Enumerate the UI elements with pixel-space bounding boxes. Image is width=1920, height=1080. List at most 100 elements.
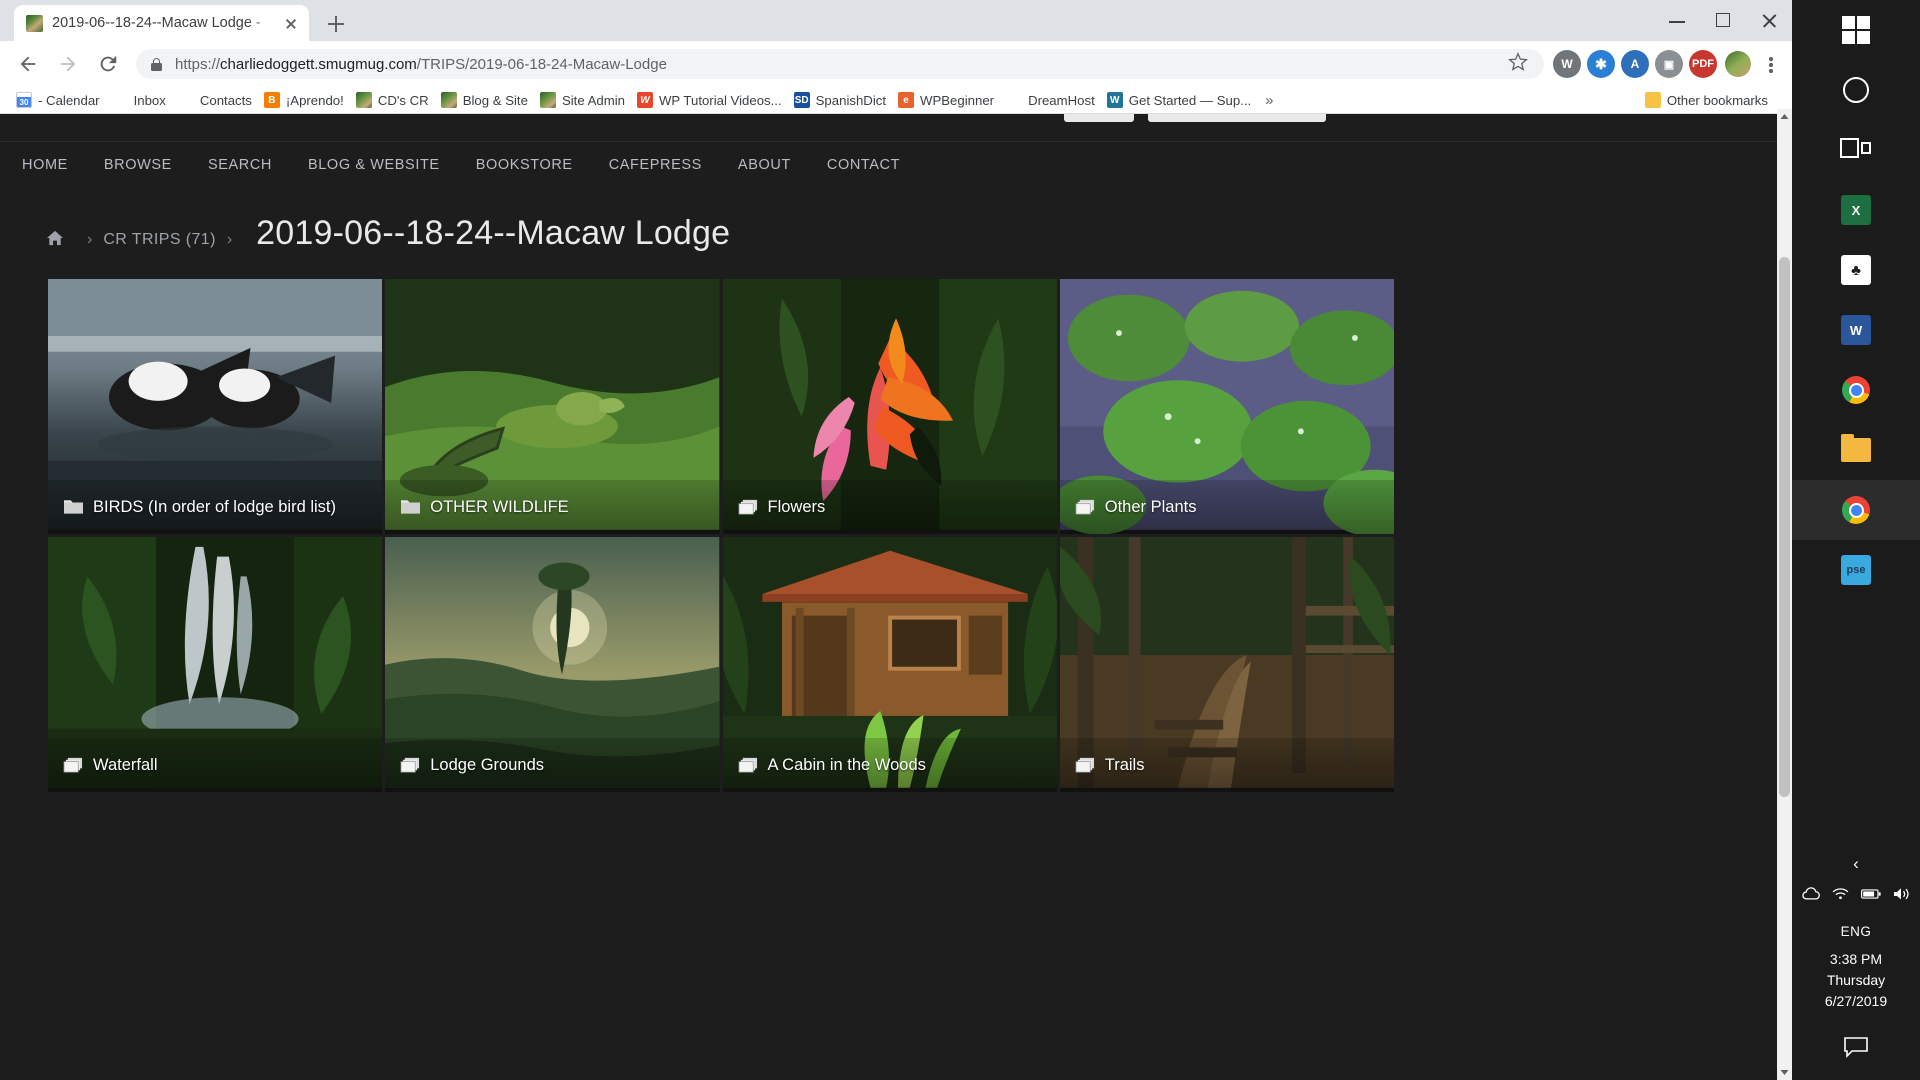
gallery-tile[interactable]: Trails (1059, 537, 1394, 792)
cortana-search-button[interactable] (1792, 60, 1920, 120)
gallery-tile[interactable]: BIRDS (In order of lodge bird list) (48, 279, 383, 534)
maximize-button[interactable] (1700, 0, 1746, 41)
url-text: https://charliedoggett.smugmug.com/TRIPS… (175, 56, 667, 73)
back-arrow-icon[interactable] (10, 46, 46, 82)
extension-icon-screen[interactable]: ▣ (1655, 50, 1683, 78)
gallery-tile[interactable]: Flowers (722, 279, 1057, 534)
start-button[interactable] (1792, 0, 1920, 60)
bookmark-wp-tutorial-videos[interactable]: W WP Tutorial Videos... (631, 88, 788, 112)
wordpress-circle-icon: W (1106, 92, 1123, 108)
wordpress-icon: W (636, 92, 653, 108)
bookmark-label: ¡Aprendo! (285, 92, 344, 108)
tab-favicon-icon (26, 14, 43, 32)
bookmark-cds-cr[interactable]: CD's CR (350, 88, 435, 112)
tile-caption-text: A Cabin in the Woods (767, 755, 926, 774)
site-header-partial (0, 114, 1792, 142)
minimize-button[interactable] (1654, 0, 1700, 41)
breadcrumb-parent-link[interactable]: CR TRIPS (71) (103, 231, 215, 249)
bookmark-calendar[interactable]: - Calendar (10, 88, 106, 112)
tile-caption: OTHER WILDLIFE (385, 480, 720, 534)
gallery-tile[interactable]: Lodge Grounds (385, 537, 720, 792)
bookmark-inbox[interactable]: M Inbox (106, 88, 172, 112)
battery-icon[interactable] (1860, 887, 1881, 903)
bookmark-wpbeginner[interactable]: e WPBeginner (892, 88, 1000, 112)
volume-icon[interactable] (1893, 887, 1911, 904)
profile-avatar[interactable] (1725, 51, 1751, 77)
star-icon[interactable] (1508, 51, 1532, 76)
bookmark-spanishdict[interactable]: SD SpanishDict (788, 88, 892, 112)
taskbar-item-chrome-window[interactable] (1792, 480, 1920, 540)
taskbar-item-solitaire[interactable]: ♣ (1792, 240, 1920, 300)
taskbar-item-excel[interactable]: X (1792, 180, 1920, 240)
reload-icon[interactable] (90, 46, 126, 82)
address-bar[interactable]: https://charliedoggett.smugmug.com/TRIPS… (136, 49, 1544, 79)
bookmark-dreamhost[interactable]: ◐ DreamHost (1000, 88, 1101, 112)
extension-icon-acrobat[interactable]: A (1621, 50, 1649, 78)
header-widget-left (1064, 114, 1134, 122)
folder-icon (64, 499, 83, 515)
nav-item-bookstore[interactable]: BOOKSTORE (458, 157, 591, 173)
nav-item-blog-website[interactable]: BLOG & WEBSITE (290, 157, 458, 173)
nav-item-cafepress[interactable]: CAFEPRESS (591, 157, 720, 173)
bookmark-contacts[interactable]: M Contacts (172, 88, 258, 112)
folder-icon (1644, 92, 1661, 108)
home-icon[interactable] (46, 230, 64, 246)
chrome-menu-icon[interactable] (1756, 50, 1784, 78)
forward-arrow-icon[interactable] (50, 46, 86, 82)
excel-icon: X (1841, 195, 1871, 225)
taskbar-item-photoshop-elements[interactable]: pse (1792, 540, 1920, 600)
task-view-button[interactable] (1792, 120, 1920, 180)
show-hidden-icons-button[interactable]: ‹ (1792, 846, 1920, 880)
bookmark-label: WPBeginner (920, 92, 995, 108)
nav-item-search[interactable]: SEARCH (190, 157, 290, 173)
gallery-tile[interactable]: Other Plants (1059, 279, 1394, 534)
close-tab-icon[interactable] (281, 13, 301, 33)
cloud-icon[interactable] (1801, 887, 1820, 903)
bookmark-blog-site[interactable]: Blog & Site (435, 88, 534, 112)
other-bookmarks-button[interactable]: Other bookmarks (1639, 88, 1782, 112)
page-scrollbar[interactable] (1777, 109, 1792, 1080)
clock-date: 6/27/2019 (1824, 993, 1888, 1009)
bookmark-label: Get Started — Sup... (1128, 92, 1252, 108)
taskbar-item-chrome-pinned[interactable] (1792, 360, 1920, 420)
close-window-button[interactable] (1746, 0, 1792, 41)
scroll-up-arrow[interactable] (1777, 109, 1792, 124)
clock[interactable]: 3:38 PM Thursday 6/27/2019 (1792, 949, 1920, 1026)
extension-icon-pdf[interactable]: PDF (1689, 50, 1717, 78)
pse-icon: pse (1841, 555, 1871, 585)
nav-item-browse[interactable]: BROWSE (86, 157, 190, 173)
gallery-tile[interactable]: Waterfall (48, 537, 383, 792)
taskbar-item-file-explorer[interactable] (1792, 420, 1920, 480)
header-widget-right (1148, 114, 1326, 122)
extension-icon-wordpress[interactable]: W (1553, 50, 1581, 78)
bookmark-site-admin[interactable]: Site Admin (534, 88, 631, 112)
gallery-tile[interactable]: A Cabin in the Woods (722, 537, 1057, 792)
scroll-down-arrow[interactable] (1777, 1065, 1792, 1080)
photo-stack-icon (400, 757, 420, 773)
tile-caption: A Cabin in the Woods (722, 738, 1057, 792)
photo-stack-icon (738, 757, 758, 773)
wifi-icon[interactable] (1832, 887, 1849, 903)
screen: 2019-06--18-24--Macaw Lodge - https://ch… (0, 0, 1920, 1080)
clock-time: 3:38 PM (1829, 951, 1883, 967)
tab-title: 2019-06--18-24--Macaw Lodge - (52, 15, 261, 31)
nav-item-home[interactable]: HOME (22, 157, 86, 173)
scrollbar-thumb[interactable] (1779, 257, 1790, 797)
browser-tab[interactable]: 2019-06--18-24--Macaw Lodge - (14, 5, 309, 41)
bookmark-label: - Calendar (38, 92, 100, 108)
language-indicator[interactable]: ENG (1792, 910, 1920, 949)
webpage-content: HOME BROWSE SEARCH BLOG & WEBSITE BOOKST… (0, 114, 1792, 1080)
nav-item-about[interactable]: ABOUT (720, 157, 809, 173)
bookmarks-overflow-button[interactable]: » (1257, 92, 1281, 109)
bookmark-aprendo[interactable]: B ¡Aprendo! (258, 88, 350, 112)
new-tab-button[interactable] (322, 10, 350, 38)
tile-caption: Waterfall (48, 738, 383, 792)
bookmark-get-started[interactable]: W Get Started — Sup... (1101, 88, 1257, 112)
taskbar-item-word[interactable]: W (1792, 300, 1920, 360)
tile-caption-text: Trails (1104, 755, 1145, 774)
gmail-icon: M (111, 92, 128, 108)
gallery-tile[interactable]: OTHER WILDLIFE (385, 279, 720, 534)
extension-icon-grammar[interactable]: ✱ (1587, 50, 1615, 78)
action-center-button[interactable] (1792, 1026, 1920, 1072)
nav-item-contact[interactable]: CONTACT (809, 157, 918, 173)
